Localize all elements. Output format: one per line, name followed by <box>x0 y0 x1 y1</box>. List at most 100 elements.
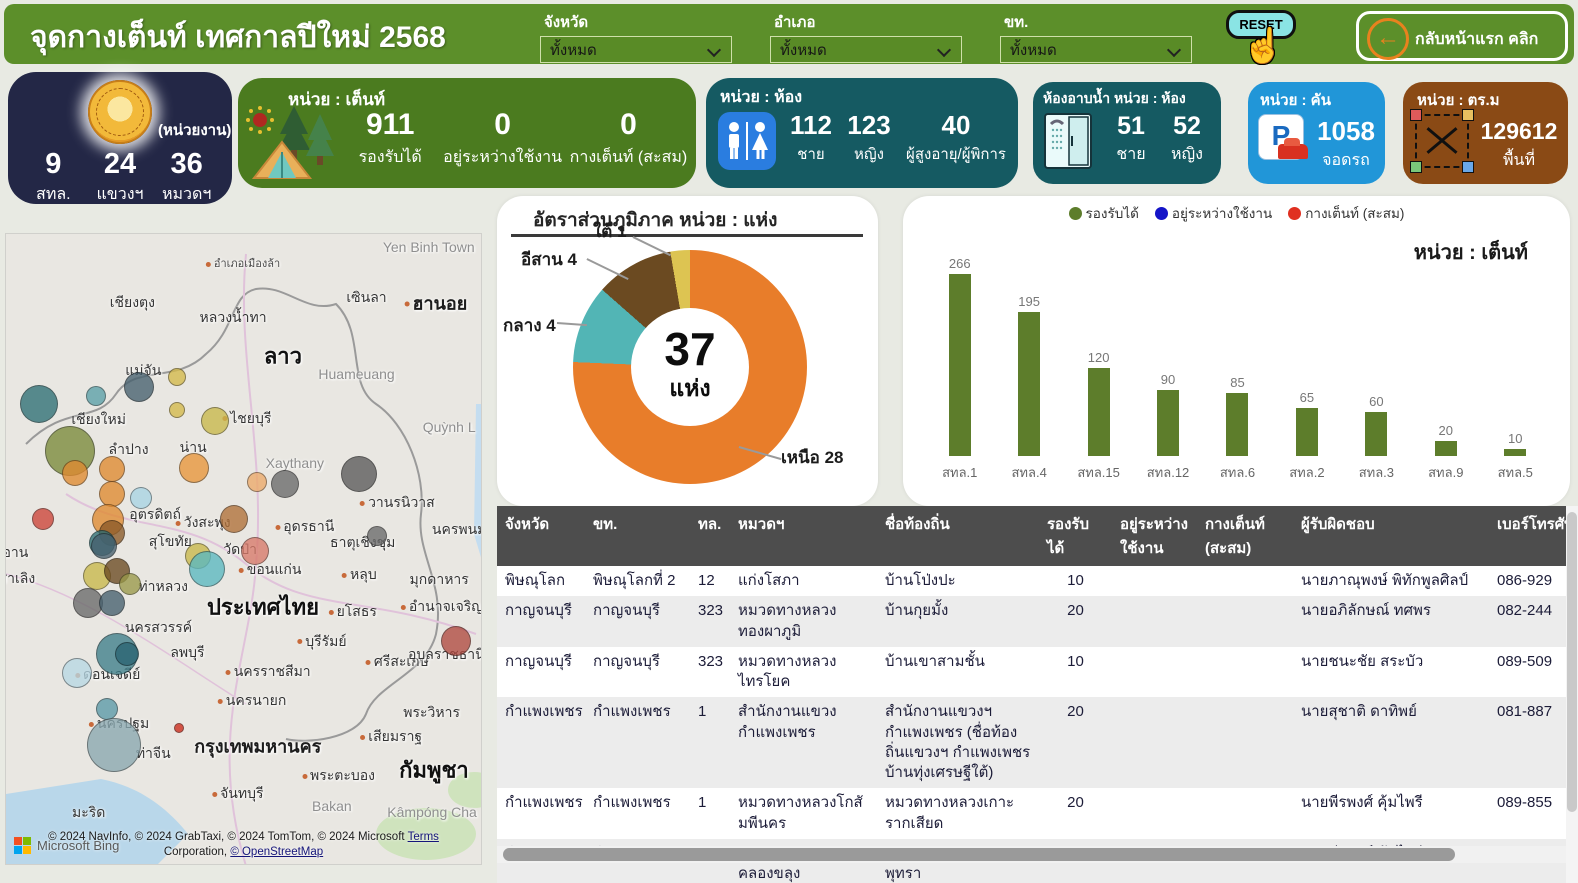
bar[interactable]: 60สทล.3 <box>1342 256 1411 482</box>
table-cell: 323 <box>690 596 730 647</box>
table-cell: 20 <box>1039 596 1112 647</box>
table-cell: บ้านโป่งปะ <box>877 566 1039 596</box>
bar-value-label: 85 <box>1230 375 1244 390</box>
table-column-header[interactable]: ทล. <box>690 506 730 566</box>
filter-province-dropdown[interactable]: ทั้งหมด <box>540 36 732 63</box>
bar[interactable]: 65สทล.2 <box>1272 256 1341 482</box>
vertical-scrollbar-thumb[interactable] <box>1567 512 1577 812</box>
map-bubble[interactable] <box>62 658 92 688</box>
map-bubble[interactable] <box>341 456 377 492</box>
map-place-label: หลุบ <box>342 564 377 586</box>
city-dot-icon <box>239 568 244 573</box>
table-column-header[interactable]: อยู่ระหว่างใช้งาน <box>1112 506 1197 566</box>
openstreetmap-link[interactable]: © OpenStreetMap <box>230 846 323 858</box>
table-cell: 089-855 <box>1489 788 1578 839</box>
table-cell: 089-509 <box>1489 647 1578 698</box>
table-column-header[interactable]: รองรับได้ <box>1039 506 1112 566</box>
map-bubble[interactable] <box>168 368 186 386</box>
table-column-header[interactable]: ชื่อท้องถิ่น <box>877 506 1039 566</box>
table-column-header[interactable]: หมวดฯ <box>730 506 877 566</box>
map-bubble[interactable] <box>32 508 54 530</box>
region-donut-chart[interactable]: 37 แห่ง <box>573 250 807 484</box>
bar[interactable]: 10สทล.5 <box>1481 256 1550 482</box>
vertical-scrollbar[interactable] <box>1566 506 1578 883</box>
page-title: จุดกางเต็นท์ เทศกาลปีใหม่ 2568 <box>30 14 446 61</box>
table-row[interactable]: กำแพงเพชรกำแพงเพชร1สำนักงานแขวงกำแพงเพชร… <box>497 697 1578 788</box>
map-place-label: นครพนม <box>432 519 482 541</box>
map-bubble[interactable] <box>119 573 141 595</box>
map-bubble[interactable] <box>441 626 471 656</box>
legend-inuse[interactable]: อยู่ระหว่างใช้งาน <box>1155 202 1272 224</box>
bar[interactable]: 195สทล.4 <box>994 256 1063 482</box>
map-place-label: ะอาน <box>5 542 28 564</box>
map-bubble[interactable] <box>115 642 139 666</box>
bar-rect[interactable] <box>1504 449 1526 456</box>
filter-khotho: ขท. ทั้งหมด <box>1000 4 1196 64</box>
table-row[interactable]: กาญจนบุรีกาญจนบุรี323หมวดทางหลวงไทรโยคบ้… <box>497 647 1578 698</box>
map-visual[interactable]: อำเภอเมืองล้าYen Binh Townเชียงตุงหลวงน้… <box>5 233 482 865</box>
donut-callout-label: อีสาน 4 <box>521 246 577 273</box>
detail-table: จังหวัดขท.ทล.หมวดฯชื่อท้องถิ่นรองรับได้อ… <box>497 506 1578 883</box>
map-place-label: อุดรธานี <box>275 516 334 538</box>
donut-callout-label: ใต้ 1 <box>593 218 627 245</box>
map-bubble[interactable] <box>247 472 267 492</box>
table-cell: สำนักงานแขวงกำแพงเพชร <box>730 697 877 788</box>
table-row[interactable]: กำแพงเพชรกำแพงเพชร1หมวดทางหลวงโกสัมพีนคร… <box>497 788 1578 839</box>
map-bubble[interactable] <box>241 537 269 565</box>
filter-district-dropdown[interactable]: ทั้งหมด <box>770 36 962 63</box>
bar-rect[interactable] <box>1088 368 1110 456</box>
bar[interactable]: 20สทล.9 <box>1411 256 1480 482</box>
callout-line <box>633 236 671 256</box>
bar-value-label: 195 <box>1018 294 1040 309</box>
map-bubble[interactable] <box>99 590 125 616</box>
filter-khotho-label: ขท. <box>1004 10 1028 34</box>
table-column-header[interactable]: ผู้รับผิดชอบ <box>1293 506 1489 566</box>
back-home-button[interactable]: ← กลับหน้าแรก คลิก <box>1356 11 1568 61</box>
map-bubble[interactable] <box>367 526 387 546</box>
bar-rect[interactable] <box>1435 441 1457 456</box>
bar-rect[interactable] <box>1226 393 1248 456</box>
map-place-label: พระวิหาร <box>403 702 460 724</box>
table-row[interactable]: กาญจนบุรีกาญจนบุรี323หมวดทางหลวงทองผาภูม… <box>497 596 1578 647</box>
legend-cumulative[interactable]: กางเต็นท์ (สะสม) <box>1288 202 1404 224</box>
bar[interactable]: 85สทล.6 <box>1203 256 1272 482</box>
terms-link[interactable]: Terms <box>408 831 439 843</box>
title-underline <box>511 234 863 237</box>
bar[interactable]: 266สทล.1 <box>925 256 994 482</box>
filter-khotho-dropdown[interactable]: ทั้งหมด <box>1000 36 1192 63</box>
bar-rect[interactable] <box>1018 312 1040 456</box>
map-place-label: ยโสธร <box>329 601 377 623</box>
bar[interactable]: 90สทล.12 <box>1133 256 1202 482</box>
bar-rect[interactable] <box>1157 390 1179 456</box>
map-bubble[interactable] <box>220 505 248 533</box>
bar-rect[interactable] <box>1296 408 1318 456</box>
map-bubble[interactable] <box>124 372 154 402</box>
bar-rect[interactable] <box>1365 412 1387 456</box>
org-kpis: 9สทล. 24แขวงฯ 36หมวดฯ <box>20 148 220 207</box>
map-place-label: วานรนิวาส <box>360 492 435 514</box>
city-dot-icon <box>297 639 302 644</box>
map-bubble[interactable] <box>169 402 185 418</box>
map-bubble[interactable] <box>96 698 118 720</box>
table-row[interactable]: พิษณุโลกพิษณุโลกที่ 212แก่งโสภาบ้านโป่งป… <box>497 566 1578 596</box>
bar-category-label: สทล.3 <box>1359 462 1394 482</box>
bar-rect[interactable] <box>949 274 971 456</box>
table-column-header[interactable]: ขท. <box>585 506 690 566</box>
map-bubble[interactable] <box>189 551 225 587</box>
table-column-header[interactable]: เบอร์โทรศัพท์ <box>1489 506 1578 566</box>
bar[interactable]: 120สทล.15 <box>1064 256 1133 482</box>
restroom-icon <box>718 112 776 170</box>
table-column-header[interactable]: กางเต็นท์ (สะสม) <box>1197 506 1293 566</box>
department-seal-icon <box>88 80 152 144</box>
map-place-label: นครนายก <box>218 690 287 712</box>
map-bubble[interactable] <box>62 460 88 486</box>
map-bubble[interactable] <box>86 386 106 406</box>
callout-line <box>587 258 629 280</box>
horizontal-scrollbar[interactable] <box>497 846 1578 863</box>
table-column-header[interactable]: จังหวัด <box>497 506 585 566</box>
legend-capacity[interactable]: รองรับได้ <box>1069 202 1139 224</box>
filter-province: จังหวัด ทั้งหมด <box>540 4 736 64</box>
horizontal-scrollbar-thumb[interactable] <box>503 848 1455 861</box>
toilet-kpis: 112ชาย 123หญิง 40ผู้สูงอายุ/ผู้พิการ <box>782 110 1014 166</box>
pointer-hand-icon[interactable]: ☝ <box>1242 26 1284 66</box>
